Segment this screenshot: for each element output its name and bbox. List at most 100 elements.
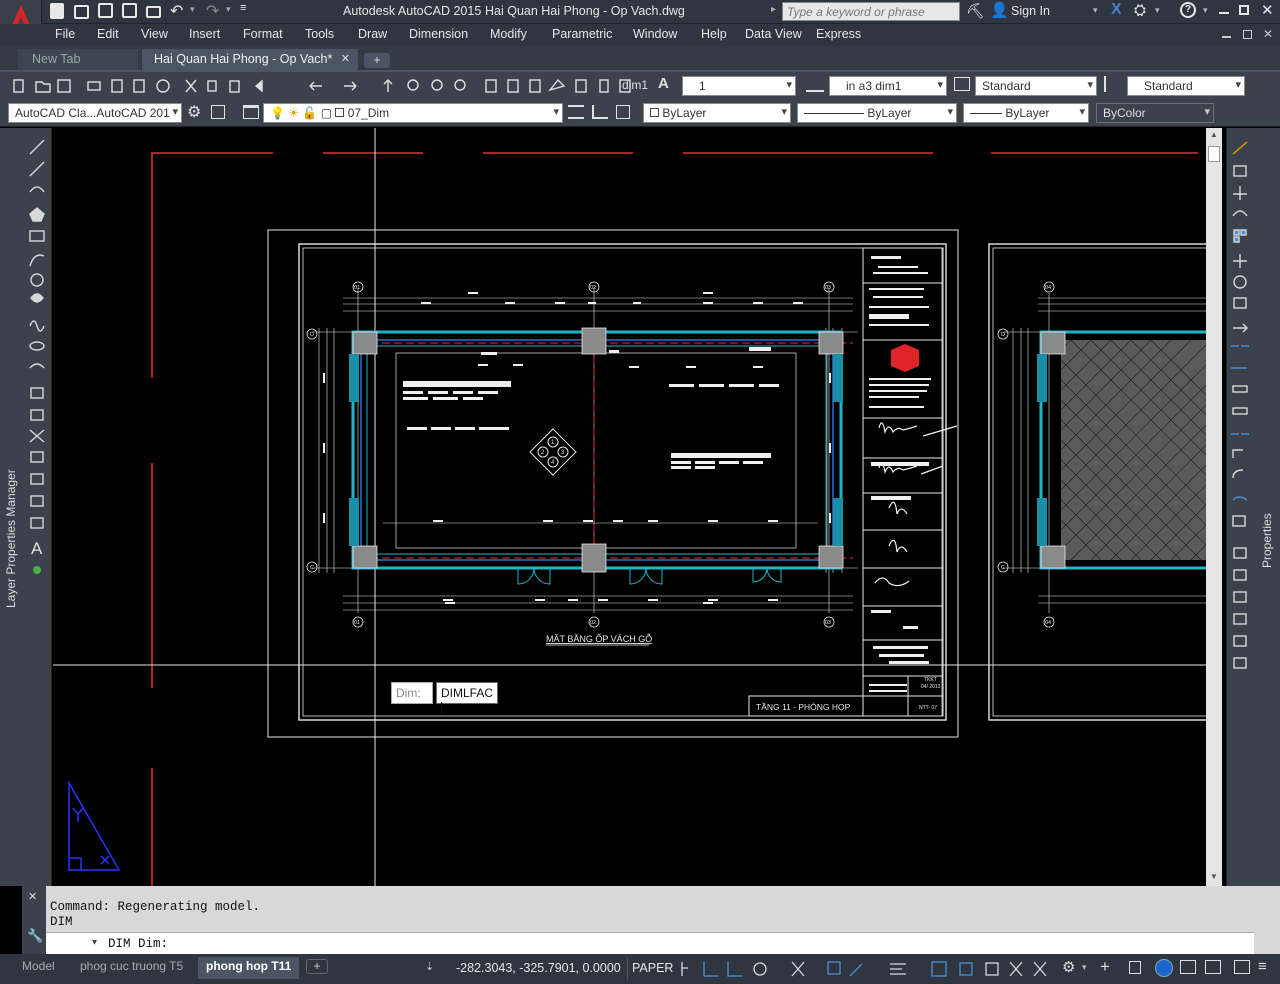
menu-express[interactable]: Express <box>816 27 861 41</box>
text-style-icon[interactable]: A <box>658 75 669 92</box>
menu-dimension[interactable]: Dimension <box>409 27 468 41</box>
table-style-combo[interactable]: Standard <box>975 76 1097 96</box>
linetype-combo[interactable]: ByLayer <box>797 103 957 123</box>
make-current-icon[interactable] <box>568 105 584 119</box>
help-icon[interactable]: ? <box>1180 2 1196 18</box>
search-expand-icon[interactable]: ▸ <box>771 4 776 15</box>
scroll-down-icon[interactable]: ▼ <box>1210 872 1218 881</box>
restore-icon[interactable] <box>1239 5 1249 15</box>
dim-style-combo[interactable]: in a3 dim1 <box>829 76 947 96</box>
drawing-canvas[interactable]: 04/ 2013 TKKT NTT- 07 TẦNG 11 - PHÒNG HỌ… <box>53 128 1206 886</box>
fullscreen-icon[interactable] <box>1234 960 1250 974</box>
user-icon[interactable]: 👤 <box>990 1 1009 19</box>
customize-qat-icon[interactable]: ≡ <box>240 2 246 14</box>
multileader-style-combo[interactable]: Standard <box>1127 76 1245 96</box>
pan-icon <box>383 79 393 92</box>
workspace-switch-dropdown-icon[interactable]: ▾ <box>1082 962 1087 973</box>
layer-properties-palette-tab[interactable]: Layer Properties Manager <box>0 128 22 886</box>
layer-combo[interactable]: 💡 ☀ 🔓 ▢ 07_Dim <box>263 103 563 123</box>
layer-state-icon[interactable] <box>616 105 630 119</box>
exchange-icon[interactable]: X <box>1111 1 1122 19</box>
doc-restore-icon[interactable] <box>1243 30 1252 39</box>
tab-close-icon[interactable]: ✕ <box>341 52 350 65</box>
layout-tab-active[interactable]: phong hop T11 <box>198 957 300 979</box>
multileader-style-icon[interactable] <box>1104 76 1122 92</box>
clean-screen-icon[interactable] <box>1205 960 1221 974</box>
help-dropdown-icon[interactable]: ▾ <box>1203 5 1208 16</box>
properties-palette-tab[interactable]: Properties <box>1254 128 1280 886</box>
workspace-lock-icon[interactable] <box>211 105 225 119</box>
workspace-settings-icon[interactable]: ⚙ <box>187 102 201 122</box>
lineweight-combo[interactable]: ByLayer <box>963 103 1089 123</box>
a360-icon[interactable]: ⛭ <box>1134 2 1146 19</box>
vertical-scrollbar[interactable]: ▲ ▼ <box>1206 128 1222 886</box>
tab-new-tab[interactable]: New Tab <box>18 49 138 70</box>
menu-draw[interactable]: Draw <box>358 27 387 41</box>
redo-icon[interactable]: ↷ <box>206 1 219 21</box>
paper-space-button[interactable]: PAPER <box>628 958 677 980</box>
command-grip[interactable]: ✕ 🔧 <box>22 886 46 954</box>
sign-in-button[interactable]: Sign In <box>1011 4 1050 18</box>
coordinates-readout[interactable]: -282.3043, -325.7901, 0.0000 <box>450 958 628 980</box>
layout-tab-model[interactable]: Model <box>14 957 63 979</box>
a360-dropdown-icon[interactable]: ▾ <box>1155 5 1160 16</box>
text-style-combo[interactable]: 1 <box>682 76 796 96</box>
menu-window[interactable]: Window <box>633 27 677 41</box>
isolate-objects-icon[interactable] <box>1155 959 1173 977</box>
layer-manager-icon[interactable] <box>243 105 259 119</box>
dynamic-input-field[interactable]: DIMLFAC <box>436 682 498 714</box>
tab-active-drawing[interactable]: Hai Quan Hai Phong - Op Vach* ✕ <box>142 49 358 72</box>
dim-icon[interactable]: dim1 <box>622 78 648 92</box>
layout-tab-1[interactable]: phog cuc truong T5 <box>72 957 191 979</box>
command-input[interactable]: ▾ DIM Dim: <box>46 932 1254 954</box>
layer-previous-icon[interactable] <box>592 105 608 119</box>
save-as-icon[interactable] <box>122 3 137 18</box>
menu-tools[interactable]: Tools <box>305 27 334 41</box>
menu-modify[interactable]: Modify <box>490 27 527 41</box>
command-close-icon[interactable]: ✕ <box>28 890 37 903</box>
redo-dropdown-icon[interactable]: ▾ <box>226 4 231 15</box>
menu-file[interactable]: File <box>55 27 75 41</box>
sign-in-dropdown-icon[interactable]: ▾ <box>1093 5 1098 16</box>
hardware-accel-icon[interactable] <box>1180 960 1196 974</box>
scroll-thumb[interactable] <box>1208 146 1220 162</box>
workspace-combo[interactable]: AutoCAD Cla...AutoCAD 201 <box>8 103 182 123</box>
doc-close-icon[interactable]: ✕ <box>1263 27 1273 41</box>
print-icon[interactable] <box>146 6 161 18</box>
table-style-icon[interactable] <box>954 77 970 91</box>
dim-style-icon[interactable] <box>806 76 824 92</box>
menu-view[interactable]: View <box>141 27 168 41</box>
plotstyle-combo[interactable]: ByColor <box>1096 103 1214 123</box>
binoculars-icon[interactable]: ⛏ <box>966 2 985 20</box>
add-layout-icon[interactable]: + <box>306 959 328 974</box>
menu-edit[interactable]: Edit <box>97 27 119 41</box>
table-icon <box>30 517 44 529</box>
undo-dropdown-icon[interactable]: ▾ <box>190 4 195 15</box>
customization-icon[interactable]: ≡ <box>1258 958 1267 975</box>
layout-menu-icon[interactable]: ⇣ <box>425 960 434 973</box>
undo-icon[interactable]: ↶ <box>170 1 183 21</box>
menu-insert[interactable]: Insert <box>189 27 220 41</box>
bring-above-icon <box>1233 613 1247 625</box>
scroll-up-icon[interactable]: ▲ <box>1210 130 1218 139</box>
menu-help[interactable]: Help <box>701 27 727 41</box>
new-icon[interactable] <box>50 3 64 19</box>
lock-ui-icon[interactable] <box>1129 961 1141 974</box>
menu-format[interactable]: Format <box>243 27 283 41</box>
doc-minimize-icon[interactable] <box>1222 36 1231 38</box>
menu-data-view[interactable]: Data View <box>745 27 802 41</box>
open-icon[interactable] <box>74 5 89 19</box>
save-icon[interactable] <box>98 3 113 18</box>
workspace-switch-icon[interactable]: ⚙ <box>1062 958 1075 976</box>
menu-parametric[interactable]: Parametric <box>552 27 612 41</box>
command-dropdown-icon[interactable]: ▾ <box>92 937 97 948</box>
stretch-icon <box>1233 323 1248 333</box>
search-input[interactable]: Type a keyword or phrase <box>782 2 960 21</box>
add-tab-button[interactable]: + <box>364 53 390 68</box>
minimize-icon[interactable] <box>1219 12 1229 14</box>
annotation-scale-icon[interactable]: + <box>1100 957 1110 977</box>
color-combo[interactable]: ByLayer <box>643 103 791 123</box>
coordinates-value: -282.3043, -325.7901, 0.0000 <box>456 961 621 975</box>
close-icon[interactable]: ✕ <box>1261 1 1274 19</box>
command-customize-icon[interactable]: 🔧 <box>27 928 43 944</box>
